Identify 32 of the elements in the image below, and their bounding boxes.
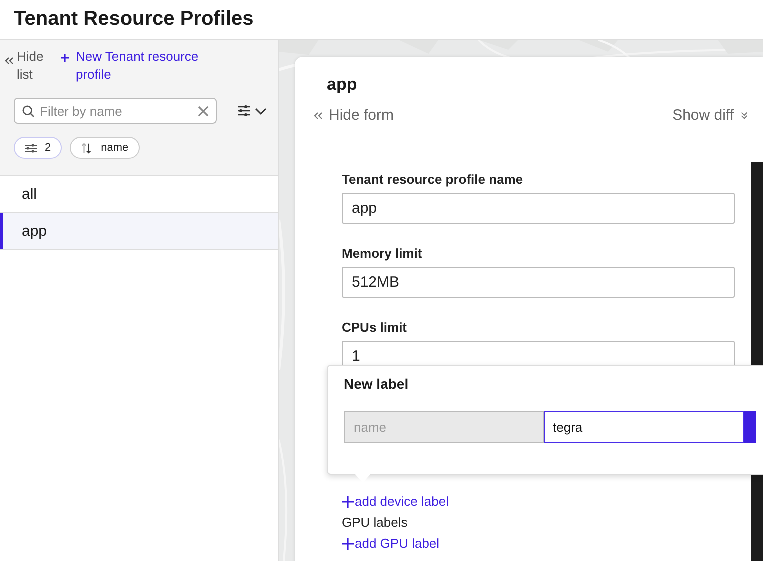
field-label: Memory limit [342, 246, 424, 261]
popover-title: New label [344, 376, 410, 392]
search-icon [22, 104, 35, 118]
sort-chip[interactable]: name [70, 137, 140, 159]
clear-icon[interactable] [198, 106, 209, 116]
group-label: GPU labels [342, 515, 409, 530]
label-value-field[interactable]: tegra [544, 411, 744, 443]
field-label: CPUs limit [342, 320, 408, 335]
plus-icon [342, 538, 354, 550]
plus-icon [60, 53, 70, 63]
plus-icon [342, 496, 354, 508]
double-chevron-down-icon [740, 111, 749, 120]
show-diff-link[interactable]: Show diff [672, 107, 749, 124]
add-label-link[interactable]: add GPU label [342, 536, 735, 551]
input-field[interactable]: app [342, 193, 735, 224]
field-label: Tenant resource profile name [342, 172, 524, 187]
input-field[interactable]: 512MB [342, 267, 735, 298]
sliders-icon [25, 142, 37, 154]
form-title: app [326, 75, 358, 95]
double-chevron-left-icon [313, 110, 323, 120]
add-label-link[interactable]: add device label [342, 494, 735, 509]
list-item[interactable]: app [0, 213, 278, 250]
filter-menu-button[interactable] [237, 104, 269, 118]
hide-list-link[interactable]: Hide list [4, 48, 48, 84]
search-field[interactable]: Filter by name [40, 104, 198, 118]
hide-form-link[interactable]: Hide form [313, 107, 394, 124]
filter-chip[interactable]: 2 [14, 137, 62, 159]
page-title: Tenant Resource Profiles [14, 8, 254, 31]
double-chevron-left-icon [4, 56, 14, 66]
sort-icon [81, 142, 94, 154]
search-box[interactable]: Filter by name [14, 98, 217, 124]
new-profile-link[interactable]: New Tenant resource profile [60, 48, 230, 84]
